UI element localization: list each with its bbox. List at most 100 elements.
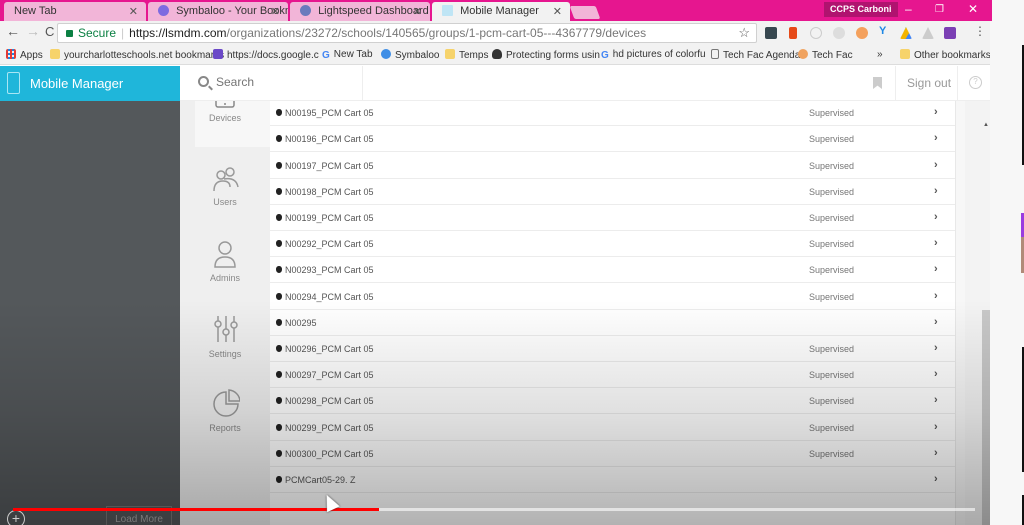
- extension-icon[interactable]: [765, 27, 777, 39]
- bookmark-item[interactable]: Temps: [445, 49, 488, 61]
- bookmark-star-icon[interactable]: ☆: [738, 24, 750, 42]
- close-icon[interactable]: ✕: [271, 5, 280, 18]
- scrollbar-thumb[interactable]: [982, 310, 990, 525]
- google-drive-icon[interactable]: [900, 27, 912, 39]
- tab-lightspeed-dashboard[interactable]: Lightspeed Dashboard ✕: [290, 2, 430, 21]
- office-icon[interactable]: [789, 27, 797, 39]
- sign-out-link[interactable]: Sign out: [907, 76, 951, 90]
- bookmark-icon[interactable]: [873, 77, 882, 89]
- device-status: Supervised: [809, 213, 855, 223]
- address-bar[interactable]: Secure | https://lsmdm.com/organizations/2…: [57, 23, 757, 43]
- symbaloo-icon: [381, 49, 391, 59]
- device-row[interactable]: N00292_PCM Cart 05 Supervised ›: [270, 231, 955, 258]
- device-row[interactable]: N00300_PCM Cart 05 Supervised ›: [270, 440, 955, 467]
- device-row[interactable]: N00294_PCM Cart 05 Supervised ›: [270, 283, 955, 310]
- tab-mobile-manager[interactable]: Mobile Manager ✕: [432, 2, 570, 21]
- device-row[interactable]: N00197_PCM Cart 05 Supervised ›: [270, 152, 955, 179]
- brand-title: Mobile Manager: [30, 76, 124, 91]
- close-icon[interactable]: ✕: [129, 5, 138, 18]
- device-row[interactable]: N00199_PCM Cart 05 Supervised ›: [270, 205, 955, 231]
- bookmark-item[interactable]: yourcharlotteschools.net bookmarks: [50, 49, 224, 61]
- close-window-icon[interactable]: ✕: [968, 2, 978, 16]
- search-input[interactable]: [216, 75, 366, 89]
- device-name: N00296_PCM Cart 05: [285, 344, 374, 354]
- brand-bar[interactable]: Mobile Manager: [0, 66, 180, 101]
- apple-icon: [276, 214, 282, 221]
- device-row[interactable]: N00296_PCM Cart 05 Supervised ›: [270, 336, 955, 362]
- scroll-up-arrow[interactable]: ▲: [983, 122, 989, 128]
- device-row[interactable]: N00297_PCM Cart 05 Supervised ›: [270, 362, 955, 389]
- device-row[interactable]: N00298_PCM Cart 05 Supervised ›: [270, 388, 955, 415]
- chevron-right-icon[interactable]: ›: [934, 342, 938, 354]
- titlebar-edge: [990, 0, 992, 21]
- device-name: N00197_PCM Cart 05: [285, 160, 374, 171]
- bookmark-apps[interactable]: Apps: [6, 49, 43, 61]
- device-row[interactable]: N00299_PCM Cart 05 Supervised ›: [270, 414, 955, 441]
- extension-icon[interactable]: [922, 27, 934, 39]
- close-icon[interactable]: ✕: [553, 5, 562, 18]
- chevron-right-icon[interactable]: ›: [934, 132, 938, 144]
- chevron-right-icon[interactable]: ›: [934, 290, 938, 302]
- device-status: Supervised: [809, 239, 855, 250]
- bookmark-item[interactable]: Tech Fac: [798, 49, 853, 61]
- device-status: Supervised: [809, 370, 855, 381]
- extension-icon[interactable]: [856, 27, 868, 39]
- extension-icon[interactable]: Y: [879, 25, 891, 37]
- extension-icon[interactable]: [810, 27, 822, 39]
- menu-icon[interactable]: ⋮: [974, 24, 986, 38]
- chevron-right-icon[interactable]: ›: [934, 394, 938, 406]
- device-name: N00297_PCM Cart 05: [285, 370, 374, 381]
- chevron-right-icon[interactable]: ›: [934, 368, 938, 380]
- separator: |: [121, 26, 125, 40]
- bookmark-item[interactable]: Ghd pictures of colorfu: [601, 49, 706, 61]
- help-icon[interactable]: ?: [969, 76, 982, 89]
- extension-icon[interactable]: [833, 27, 845, 39]
- reload-icon[interactable]: C: [45, 24, 54, 39]
- tab-symbaloo[interactable]: Symbaloo - Your Bookm ✕: [148, 2, 288, 21]
- device-name: N00298_PCM Cart 05: [285, 396, 374, 407]
- other-bookmarks[interactable]: Other bookmarks: [900, 49, 991, 61]
- device-row[interactable]: N00293_PCM Cart 05 Supervised ›: [270, 257, 955, 284]
- bookmark-item[interactable]: Tech Fac Agenda: [711, 49, 800, 61]
- chevron-right-icon[interactable]: ›: [934, 211, 938, 223]
- chevron-right-icon[interactable]: ›: [934, 421, 938, 433]
- close-icon[interactable]: ✕: [413, 5, 422, 18]
- chevron-right-icon[interactable]: ›: [934, 237, 938, 249]
- tab-new-tab[interactable]: New Tab ✕: [4, 2, 146, 21]
- chevron-right-icon[interactable]: ›: [934, 316, 938, 328]
- new-tab-button[interactable]: [569, 6, 601, 19]
- onenote-icon[interactable]: [944, 27, 956, 39]
- video-progress-bar[interactable]: [13, 508, 975, 511]
- device-status: Supervised: [809, 396, 855, 407]
- divider: [895, 66, 896, 101]
- chevron-right-icon[interactable]: ›: [934, 447, 938, 459]
- back-icon[interactable]: ←: [6, 23, 20, 39]
- device-name: N00293_PCM Cart 05: [285, 265, 374, 276]
- minimize-icon[interactable]: –: [905, 2, 912, 16]
- bookmark-item[interactable]: G New Tab: [322, 49, 373, 61]
- device-row[interactable]: PCMCart05-29. Z ›: [270, 467, 955, 493]
- restore-icon[interactable]: ❐: [935, 4, 944, 15]
- bookmark-item[interactable]: Symbaloo: [381, 49, 439, 61]
- device-row[interactable]: N00198_PCM Cart 05 Supervised ›: [270, 178, 955, 205]
- side-menu-settings[interactable]: Settings: [195, 315, 270, 385]
- bookmarks-overflow-button[interactable]: »: [877, 49, 883, 60]
- side-menu-admins[interactable]: Admins: [195, 240, 270, 310]
- forward-icon[interactable]: →: [26, 23, 40, 39]
- add-device-button[interactable]: +: [7, 510, 25, 525]
- chevron-right-icon[interactable]: ›: [934, 106, 938, 118]
- bookmark-item[interactable]: Protecting forms usin: [492, 49, 600, 61]
- device-row[interactable]: N00295 ›: [270, 309, 955, 336]
- mobile-manager-icon: [442, 5, 453, 16]
- device-name: N00300_PCM Cart 05: [285, 448, 374, 459]
- chevron-right-icon[interactable]: ›: [934, 185, 938, 197]
- bookmark-item[interactable]: https://docs.google.c: [213, 49, 319, 61]
- chevron-right-icon[interactable]: ›: [934, 473, 938, 485]
- chevron-right-icon[interactable]: ›: [934, 159, 938, 171]
- profile-badge[interactable]: CCPS Carboni: [824, 2, 898, 17]
- side-menu-reports[interactable]: Reports: [195, 389, 270, 459]
- device-row[interactable]: N00195_PCM Cart 05 Supervised ›: [270, 100, 955, 127]
- chevron-right-icon[interactable]: ›: [934, 263, 938, 275]
- side-menu-users[interactable]: Users: [195, 167, 270, 237]
- device-row[interactable]: N00196_PCM Cart 05 Supervised ›: [270, 126, 955, 153]
